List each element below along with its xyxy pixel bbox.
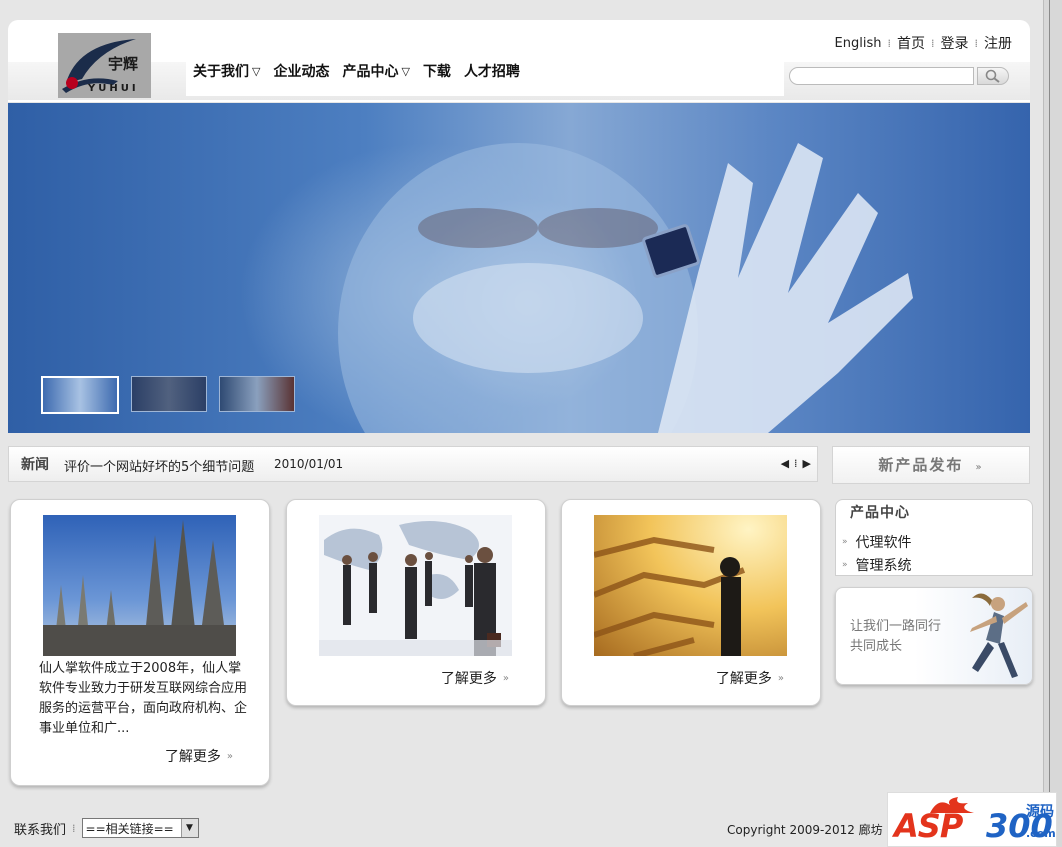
promo-line-2: 共同成长 (850, 639, 903, 654)
separator-icon: ⁞ (72, 821, 76, 835)
related-links-select[interactable]: ==相关链接== ▼ (81, 818, 199, 838)
news-title-link[interactable]: 评价一个网站好坏的5个细节问题 (64, 456, 254, 475)
watermark-asp: ASP (894, 807, 963, 845)
hero-banner[interactable] (8, 103, 1030, 433)
learn-more-label: 了解更多 (715, 671, 772, 687)
logo-brand-cn: 宇辉 (108, 55, 139, 73)
watermark-com: .com (1026, 827, 1056, 840)
chevron-down-icon: ▽ (252, 64, 261, 78)
nav-jobs[interactable]: 人才招聘 (464, 61, 520, 81)
login-link[interactable]: 登录 (941, 33, 969, 53)
nav-products[interactable]: 产品中心 ▽ (342, 61, 409, 81)
pause-icon[interactable]: ⁞ (794, 457, 798, 470)
separator-icon: ⁞ (887, 36, 892, 50)
window-scrollbar[interactable] (1043, 0, 1062, 847)
cathedral-photo (43, 515, 236, 656)
feature-card: 仙人掌软件成立于2008年，仙人掌软件专业致力于研发互联网综合应用服务的运营平台… (10, 499, 270, 786)
news-label: 新闻 (21, 457, 49, 473)
news-ticker: 新闻 评价一个网站好坏的5个细节问题 2010/01/01 ◀ ⁞ ▶ (8, 446, 818, 482)
dancer-figure (970, 593, 1028, 678)
chevron-right-icon: » (975, 462, 984, 473)
prev-icon[interactable]: ◀ (781, 457, 789, 470)
separator-icon: ⁞ (931, 36, 935, 50)
logo-brand-en: YUHUI (88, 83, 139, 94)
search-box (789, 67, 1009, 87)
learn-more-link[interactable]: 了解更多 » (165, 746, 233, 766)
footer-contact: 联系我们 ⁞ ==相关链接== ▼ (14, 818, 199, 838)
banner-thumb[interactable] (131, 376, 207, 412)
nav-about[interactable]: 关于我们 ▽ (193, 61, 260, 81)
learn-more-link[interactable]: 了解更多 » (441, 668, 509, 688)
promo-banner[interactable]: 让我们一路同行 共同成长 (835, 587, 1033, 685)
product-center-list: » 代理软件 » 管理系统 (842, 530, 912, 576)
banner-thumbnails (41, 376, 295, 414)
chevron-right-icon: » (226, 750, 233, 762)
promo-line-1: 让我们一路同行 (850, 619, 942, 634)
copyright-text: Copyright 2009-2012 廊坊 (727, 823, 883, 837)
english-link[interactable]: English (835, 36, 882, 51)
watermark-cn: 源码 (1026, 804, 1054, 820)
search-icon (985, 69, 1000, 83)
chevron-right-icon: » (502, 672, 509, 684)
nav-products-label: 产品中心 (342, 64, 399, 80)
card-description: 仙人掌软件成立于2008年，仙人掌软件专业致力于研发互联网综合应用服务的运营平台… (39, 661, 248, 736)
asp300-watermark: ASP 300 源码 .com (887, 792, 1057, 847)
business-people-art (319, 521, 512, 656)
product-link-label: 管理系统 (855, 557, 912, 574)
chevron-right-icon: » (777, 672, 784, 684)
product-link[interactable]: » 管理系统 (842, 553, 912, 576)
learn-more-link[interactable]: 了解更多 » (716, 668, 784, 688)
business-people-photo (319, 515, 512, 656)
product-link[interactable]: » 代理软件 (842, 530, 912, 553)
learn-more-label: 了解更多 (164, 749, 221, 765)
nav-about-label: 关于我们 (193, 64, 249, 80)
news-controls: ◀ ⁞ ▶ (781, 457, 811, 470)
main-nav: 关于我们 ▽ 企业动态 产品中心 ▽ 下载 人才招聘 (193, 61, 520, 81)
nav-news-label: 企业动态 (273, 64, 330, 80)
maze-art (594, 536, 746, 656)
scrollbar-track (1049, 0, 1050, 847)
contact-link[interactable]: 联系我们 (14, 819, 66, 838)
site-logo[interactable]: 宇辉 YUHUI (58, 33, 151, 98)
chevron-down-icon: ▽ (401, 64, 410, 78)
separator-icon: ⁞ (974, 36, 979, 50)
register-link[interactable]: 注册 (984, 33, 1012, 53)
product-link-label: 代理软件 (855, 534, 912, 551)
search-input[interactable] (789, 67, 974, 85)
chevron-down-icon: ▼ (180, 819, 198, 837)
product-center-panel: 产品中心 » 代理软件 » 管理系统 (835, 499, 1033, 576)
new-products-label: 新产品发布 (878, 456, 964, 474)
nav-download-label: 下载 (422, 64, 451, 80)
chevron-right-icon: » (842, 536, 848, 547)
nav-jobs-label: 人才招聘 (463, 64, 520, 80)
home-link[interactable]: 首页 (897, 33, 925, 53)
cathedral-spires (43, 520, 236, 656)
feature-card: 了解更多 » (286, 499, 546, 706)
search-button[interactable] (977, 67, 1009, 85)
maze-photo (594, 515, 787, 656)
banner-thumb[interactable] (41, 376, 119, 414)
related-links-value: ==相关链接== (85, 821, 174, 836)
top-links: English ⁞ 首页 ⁞ 登录 ⁞ 注册 (835, 33, 1012, 53)
news-date: 2010/01/01 (274, 457, 344, 471)
learn-more-label: 了解更多 (440, 671, 497, 687)
feature-card: 了解更多 » (561, 499, 821, 706)
site-header: 宇辉 YUHUI 关于我们 ▽ 企业动态 产品中心 ▽ 下载 人才招聘 Englis… (8, 20, 1030, 102)
nav-download[interactable]: 下载 (423, 61, 451, 81)
next-icon[interactable]: ▶ (803, 457, 811, 470)
new-products-button[interactable]: 新产品发布 » (832, 446, 1030, 484)
product-center-title: 产品中心 (850, 505, 910, 521)
nav-news[interactable]: 企业动态 (273, 61, 329, 81)
chevron-right-icon: » (842, 559, 848, 570)
banner-thumb[interactable] (219, 376, 295, 412)
